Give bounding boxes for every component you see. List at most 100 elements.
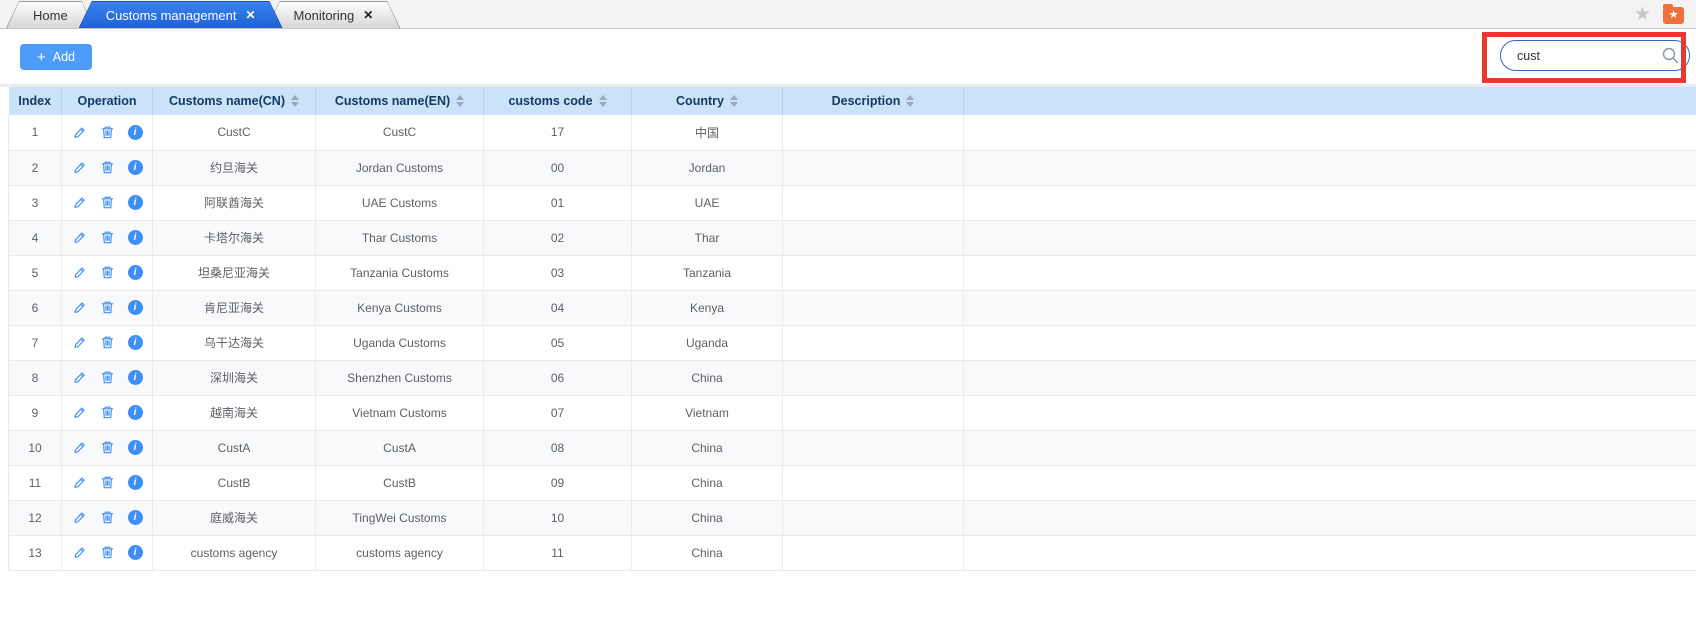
- edit-icon[interactable]: [72, 300, 87, 315]
- cell-country: China: [631, 535, 783, 571]
- cell-country: Jordan: [631, 150, 783, 186]
- tabbar-actions: ★ ★: [1634, 0, 1684, 29]
- table-row: 10 i CustA CustA 08 China: [8, 430, 1696, 466]
- delete-icon[interactable]: [100, 265, 115, 280]
- favorites-folder-icon[interactable]: ★: [1663, 4, 1684, 24]
- cell-index: 5: [8, 255, 62, 291]
- cell-index: 6: [8, 290, 62, 326]
- info-icon[interactable]: i: [127, 300, 143, 315]
- col-header-index: Index: [8, 87, 62, 115]
- table-body: 1 i CustC CustC 17 中国 2 i 约旦海关 Jordan Cu…: [8, 115, 1696, 571]
- delete-icon[interactable]: [100, 545, 115, 560]
- edit-icon[interactable]: [72, 195, 87, 210]
- info-icon[interactable]: i: [127, 370, 143, 385]
- edit-icon[interactable]: [72, 440, 87, 455]
- info-icon[interactable]: i: [127, 160, 143, 175]
- edit-icon[interactable]: [72, 510, 87, 525]
- cell-customs-name-cn: CustC: [152, 115, 316, 151]
- delete-icon[interactable]: [100, 475, 115, 490]
- sort-icon[interactable]: [906, 95, 915, 107]
- edit-icon[interactable]: [72, 405, 87, 420]
- cell-filler: [963, 360, 1696, 396]
- info-icon[interactable]: i: [127, 405, 143, 420]
- cell-country: Tanzania: [631, 255, 783, 291]
- cell-customs-name-cn: 坦桑尼亚海关: [152, 255, 316, 291]
- close-icon[interactable]: ✕: [363, 8, 373, 22]
- cell-filler: [963, 115, 1696, 151]
- delete-icon[interactable]: [100, 510, 115, 525]
- cell-operation: i: [61, 465, 153, 501]
- star-icon[interactable]: ★: [1634, 5, 1651, 24]
- close-icon[interactable]: ✕: [245, 8, 255, 22]
- info-icon[interactable]: i: [127, 545, 143, 560]
- cell-customs-code: 03: [483, 255, 632, 291]
- delete-icon[interactable]: [100, 440, 115, 455]
- cell-country: China: [631, 430, 783, 466]
- add-button[interactable]: + Add: [20, 44, 92, 70]
- cell-index: 13: [8, 535, 62, 571]
- cell-index: 11: [8, 465, 62, 501]
- tab-monitoring[interactable]: Monitoring ✕: [267, 1, 401, 28]
- cell-customs-name-en: CustA: [315, 430, 484, 466]
- col-header-description[interactable]: Description: [782, 87, 964, 115]
- edit-icon[interactable]: [72, 545, 87, 560]
- cell-country: Vietnam: [631, 395, 783, 431]
- cell-filler: [963, 220, 1696, 256]
- cell-description: [782, 115, 964, 151]
- sort-icon[interactable]: [291, 95, 299, 107]
- cell-description: [782, 255, 964, 291]
- table-row: 4 i 卡塔尔海关 Thar Customs 02 Thar: [8, 220, 1696, 256]
- table-row: 7 i 乌干达海关 Uganda Customs 05 Uganda: [8, 325, 1696, 361]
- cell-country: Thar: [631, 220, 783, 256]
- delete-icon[interactable]: [100, 335, 115, 350]
- edit-icon[interactable]: [72, 230, 87, 245]
- delete-icon[interactable]: [100, 125, 115, 140]
- edit-icon[interactable]: [72, 125, 87, 140]
- table-row: 1 i CustC CustC 17 中国: [8, 115, 1696, 151]
- info-icon[interactable]: i: [127, 440, 143, 455]
- col-header-customs-name-en[interactable]: Customs name(EN): [315, 87, 484, 115]
- cell-description: [782, 185, 964, 221]
- info-icon[interactable]: i: [127, 265, 143, 280]
- cell-customs-name-en: Uganda Customs: [315, 325, 484, 361]
- cell-customs-name-cn: customs agency: [152, 535, 316, 571]
- delete-icon[interactable]: [100, 160, 115, 175]
- cell-operation: i: [61, 220, 153, 256]
- info-icon[interactable]: i: [127, 335, 143, 350]
- cell-operation: i: [61, 185, 153, 221]
- delete-icon[interactable]: [100, 300, 115, 315]
- cell-index: 12: [8, 500, 62, 536]
- search-icon[interactable]: [1661, 46, 1680, 70]
- info-icon[interactable]: i: [127, 195, 143, 210]
- sort-icon[interactable]: [598, 95, 607, 107]
- col-header-country[interactable]: Country: [631, 87, 783, 115]
- delete-icon[interactable]: [100, 405, 115, 420]
- cell-filler: [963, 185, 1696, 221]
- sort-icon[interactable]: [456, 95, 465, 107]
- cell-operation: i: [61, 395, 153, 431]
- info-icon[interactable]: i: [127, 475, 143, 490]
- delete-icon[interactable]: [100, 370, 115, 385]
- col-header-customs-name-cn[interactable]: Customs name(CN): [152, 87, 316, 115]
- sort-icon[interactable]: [729, 95, 738, 107]
- cell-customs-name-en: Tanzania Customs: [315, 255, 484, 291]
- edit-icon[interactable]: [72, 475, 87, 490]
- table-row: 13 i customs agency customs agency 11 Ch…: [8, 535, 1696, 571]
- edit-icon[interactable]: [72, 335, 87, 350]
- tab-customs-management[interactable]: Customs management ✕: [79, 1, 283, 28]
- cell-customs-code: 01: [483, 185, 632, 221]
- cell-description: [782, 290, 964, 326]
- delete-icon[interactable]: [100, 195, 115, 210]
- delete-icon[interactable]: [100, 230, 115, 245]
- edit-icon[interactable]: [72, 370, 87, 385]
- info-icon[interactable]: i: [127, 230, 143, 245]
- table-row: 12 i 庭威海关 TingWei Customs 10 China: [8, 500, 1696, 536]
- info-icon[interactable]: i: [127, 124, 143, 140]
- cell-customs-code: 05: [483, 325, 632, 361]
- info-icon[interactable]: i: [127, 510, 143, 525]
- cell-customs-name-cn: 卡塔尔海关: [152, 220, 316, 256]
- col-header-customs-code[interactable]: customs code: [483, 87, 632, 115]
- edit-icon[interactable]: [72, 160, 87, 175]
- tab-bar: Home Customs management ✕ Monitoring ✕ ★…: [0, 0, 1696, 29]
- edit-icon[interactable]: [72, 265, 87, 280]
